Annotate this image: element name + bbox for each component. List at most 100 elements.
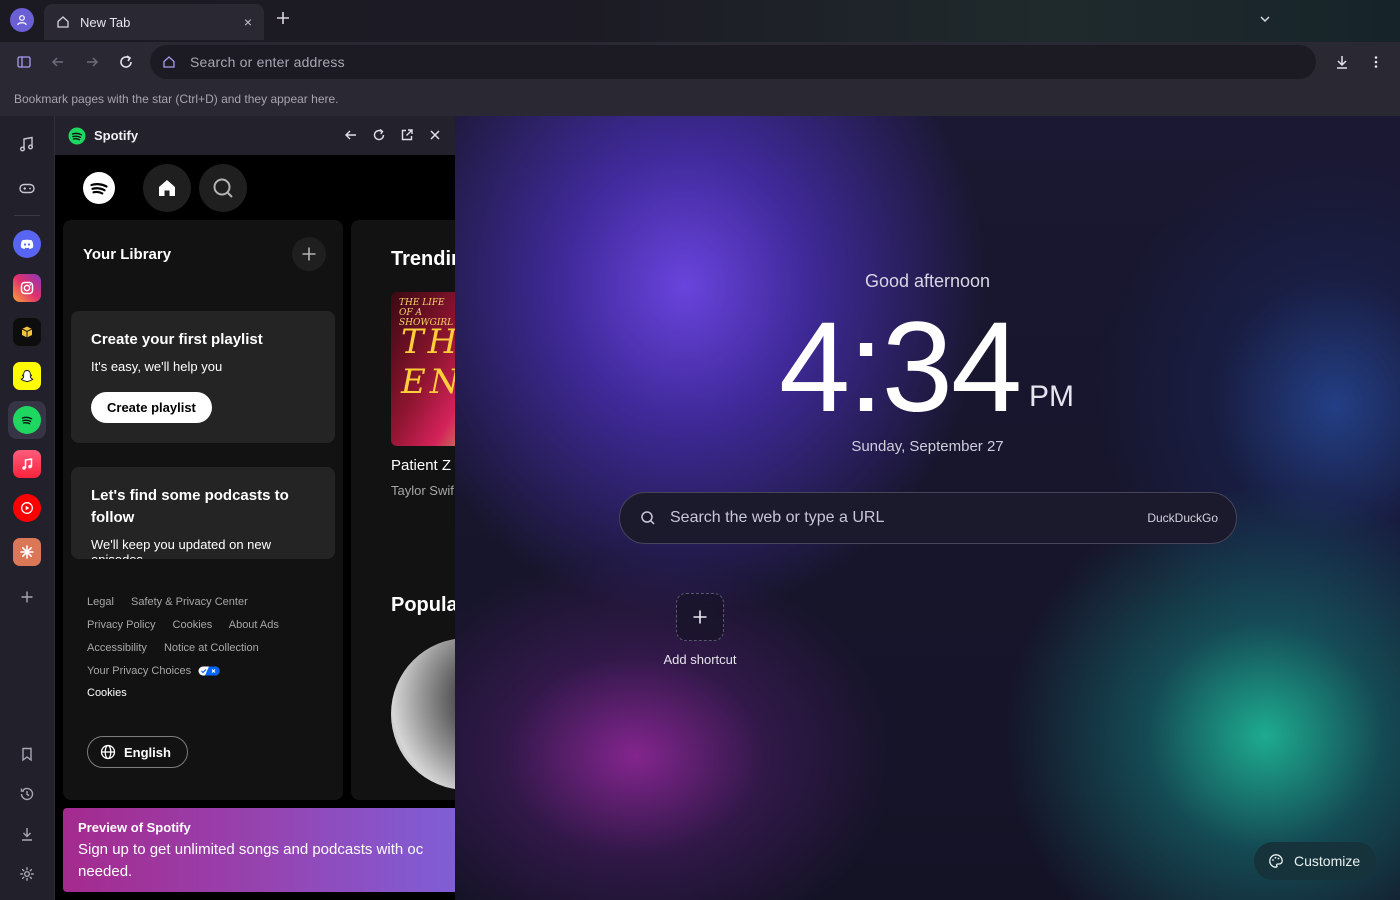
spotify-icon xyxy=(68,127,86,144)
download-icon xyxy=(22,828,32,841)
artist-image[interactable] xyxy=(391,638,455,790)
legal-link[interactable]: Legal xyxy=(87,596,114,608)
discord-icon xyxy=(20,239,34,249)
bookmark-icon xyxy=(22,747,32,762)
legal-link[interactable]: Privacy Policy xyxy=(87,619,155,631)
spotify-icon xyxy=(21,416,33,425)
customize-label: Customize xyxy=(1294,853,1361,869)
panel-close-button[interactable] xyxy=(427,127,443,143)
sidebar-bookmarks-button[interactable] xyxy=(13,740,41,768)
sidebar-settings-button[interactable] xyxy=(13,860,41,888)
customize-button[interactable]: Customize xyxy=(1254,842,1377,880)
ntp-search-placeholder: Search the web or type a URL xyxy=(670,509,885,526)
plus-icon xyxy=(302,247,316,261)
sidebar-item-spotify[interactable] xyxy=(13,406,41,434)
menu-button[interactable] xyxy=(1366,52,1386,72)
chevron-down-icon xyxy=(1260,16,1270,23)
tab-list-button[interactable] xyxy=(1258,12,1272,31)
gamepad-icon xyxy=(19,183,35,194)
sidebar-item-claude[interactable] xyxy=(13,538,41,566)
plus-icon xyxy=(21,591,33,603)
spotify-logo[interactable] xyxy=(83,172,115,204)
search-engine-label[interactable]: DuckDuckGo xyxy=(1147,511,1218,525)
new-tab-button[interactable] xyxy=(276,8,290,31)
song-title[interactable]: Patient Z xyxy=(391,457,451,474)
legal-links: Legal Safety & Privacy Center Privacy Po… xyxy=(87,591,327,683)
panel-title: Spotify xyxy=(94,128,139,143)
sidebar-downloads-button[interactable] xyxy=(13,820,41,848)
sidebar-add-button[interactable] xyxy=(13,583,41,611)
bookmarks-hint: Bookmark pages with the star (Ctrl+D) an… xyxy=(14,92,339,106)
tab-title: New Tab xyxy=(80,14,131,30)
legal-link[interactable]: About Ads xyxy=(229,619,279,631)
card-title: Create your first playlist xyxy=(91,331,263,348)
library-title: Your Library xyxy=(83,246,172,263)
bookmarks-bar: Bookmark pages with the star (Ctrl+D) an… xyxy=(0,82,1400,116)
add-shortcut-label: Add shortcut xyxy=(663,652,737,667)
cookies-link[interactable]: Cookies xyxy=(87,687,127,699)
profile-avatar[interactable] xyxy=(10,8,34,32)
home-icon xyxy=(159,180,175,196)
tab-close-button[interactable]: × xyxy=(244,14,252,30)
album-art-title: THE EN xyxy=(401,322,455,402)
downloads-button[interactable] xyxy=(1332,52,1352,72)
back-button[interactable] xyxy=(48,52,68,72)
close-icon xyxy=(430,130,440,140)
tab-bar: New Tab × xyxy=(0,0,1400,42)
arrow-right-icon xyxy=(87,57,99,67)
clock-time: 4:34 xyxy=(779,296,1022,439)
clock-date: Sunday, September 27 xyxy=(851,438,1004,455)
download-icon xyxy=(1337,56,1347,69)
trending-section: Trendir THE LIFEOF ASHOWGIRL THE EN Pati… xyxy=(351,220,455,800)
preview-title: Preview of Spotify xyxy=(78,820,191,835)
panel-reload-button[interactable] xyxy=(371,127,387,143)
legal-link[interactable]: Safety & Privacy Center xyxy=(131,596,248,608)
gear-icon xyxy=(20,867,34,881)
globe-icon xyxy=(100,744,116,760)
sidebar-item-music[interactable] xyxy=(13,130,41,158)
sidebar-toggle-button[interactable] xyxy=(14,52,34,72)
create-playlist-button[interactable]: Create playlist xyxy=(91,392,212,423)
sidebar-history-button[interactable] xyxy=(13,780,41,808)
toolbar: Search or enter address xyxy=(0,42,1400,82)
music-note-icon xyxy=(20,136,33,152)
panel-back-button[interactable] xyxy=(343,127,359,143)
legal-link[interactable]: Cookies xyxy=(173,619,213,631)
youtube-music-icon xyxy=(21,502,33,514)
legal-link[interactable]: Accessibility xyxy=(87,642,147,654)
spotify-logo-icon xyxy=(90,183,108,195)
song-artist[interactable]: Taylor Swif xyxy=(391,483,454,498)
sidebar-icon xyxy=(17,56,31,68)
spotify-panel: Spotify Your Library Create your first p… xyxy=(55,116,455,900)
add-shortcut-button[interactable] xyxy=(676,593,724,641)
spotify-search-button[interactable] xyxy=(199,164,247,212)
snapchat-icon xyxy=(20,370,34,382)
preview-banner[interactable]: Preview of Spotify Sign up to get unlimi… xyxy=(63,808,455,892)
album-cover[interactable]: THE LIFEOF ASHOWGIRL THE EN xyxy=(391,292,455,446)
spotify-home-button[interactable] xyxy=(143,164,191,212)
preview-text-line1: Sign up to get unlimited songs and podca… xyxy=(78,841,424,858)
sidebar-item-youtube-music[interactable] xyxy=(13,494,41,522)
legal-link[interactable]: Notice at Collection xyxy=(164,642,259,654)
sidebar-item-app[interactable] xyxy=(13,318,41,346)
sidebar-item-instagram[interactable] xyxy=(13,274,41,302)
tab-new-tab[interactable]: New Tab × xyxy=(44,4,264,40)
sidebar-item-snapchat[interactable] xyxy=(13,362,41,390)
arrow-left-icon xyxy=(345,130,356,140)
library-add-button[interactable] xyxy=(292,237,326,271)
apple-music-icon xyxy=(22,458,33,470)
sidebar-item-games[interactable] xyxy=(13,174,41,202)
sidebar-item-apple-music[interactable] xyxy=(13,450,41,478)
card-subtitle: We'll keep you updated on new episodes xyxy=(91,537,272,559)
podcasts-card: Let's find some podcasts to follow We'll… xyxy=(71,467,335,559)
panel-open-external-button[interactable] xyxy=(399,127,415,143)
language-button[interactable]: English xyxy=(87,736,188,768)
address-bar[interactable]: Search or enter address xyxy=(150,45,1316,79)
plus-icon xyxy=(693,610,707,624)
reload-button[interactable] xyxy=(116,52,136,72)
legal-link[interactable]: Your Privacy Choices xyxy=(87,665,191,677)
panel-header: Spotify xyxy=(55,116,455,155)
ntp-search-bar[interactable]: Search the web or type a URL DuckDuckGo xyxy=(619,492,1237,544)
forward-button[interactable] xyxy=(82,52,102,72)
sidebar-item-discord[interactable] xyxy=(13,230,41,258)
